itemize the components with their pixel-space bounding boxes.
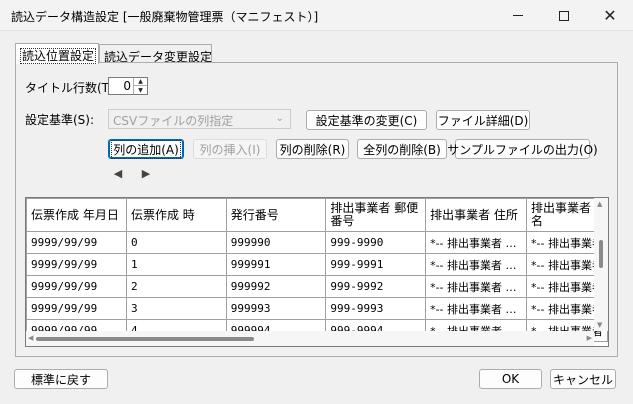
column-grid[interactable]: 伝票作成 年月日 伝票作成 時 発行番号 排出事業者 郵便番号 排出事業者 住所…	[25, 197, 609, 347]
table-cell: 9999/99/99	[26, 275, 127, 298]
close-icon: ✕	[603, 5, 617, 25]
minimize-button[interactable]	[495, 0, 541, 31]
scroll-right-icon[interactable]: ▶	[587, 334, 592, 342]
table-cell: 999993	[225, 297, 327, 320]
table-cell: *-- 排出事業者 …	[425, 275, 528, 298]
file-detail-label: ファイル詳細(D)	[437, 113, 529, 128]
scroll-left-icon[interactable]: ◀	[28, 334, 33, 342]
insert-column-label: 列の挿入(I)	[199, 142, 261, 157]
table-cell: 2	[125, 275, 227, 298]
chevron-down-icon: ⌄	[275, 113, 284, 124]
table-cell: 3	[125, 297, 227, 320]
maximize-button[interactable]	[541, 0, 587, 31]
ok-button[interactable]: OK	[479, 369, 542, 389]
vertical-scrollbar[interactable]: ▲ ▼	[594, 198, 608, 331]
table-cell: 9999/99/99	[26, 297, 127, 320]
cancel-label: キャンセル	[553, 372, 614, 387]
column-table: 伝票作成 年月日 伝票作成 時 発行番号 排出事業者 郵便番号 排出事業者 住所…	[26, 198, 608, 342]
delete-column-button[interactable]: 列の削除(R)	[276, 139, 349, 159]
spin-up-icon[interactable]: ▲	[134, 78, 147, 86]
column-header[interactable]: 排出事業者 住所	[425, 198, 528, 232]
column-header[interactable]: 伝票作成 年月日	[26, 198, 127, 232]
add-column-button[interactable]: 列の追加(A)	[108, 139, 184, 159]
table-cell: *-- 排出事業者 …	[425, 297, 528, 320]
basis-select-value: CSVファイルの列指定	[113, 114, 234, 128]
move-left-icon[interactable]: ◀	[110, 165, 126, 181]
output-sample-file-label: サンプルファイルの出力(O)	[447, 142, 598, 157]
cancel-button[interactable]: キャンセル	[550, 369, 616, 389]
window-title: 読込データ構造設定 [一般廃棄物管理票（マニフェスト）]	[11, 10, 319, 24]
column-header[interactable]: 排出事業者 郵便番号	[325, 198, 427, 232]
vertical-scroll-thumb[interactable]	[599, 240, 603, 268]
scroll-up-icon[interactable]: ▲	[597, 200, 602, 208]
reset-default-label: 標準に戻す	[30, 372, 91, 387]
minimize-icon	[513, 15, 523, 16]
title-bar: 読込データ構造設定 [一般廃棄物管理票（マニフェスト）] ✕	[0, 0, 633, 31]
file-detail-button[interactable]: ファイル詳細(D)	[436, 110, 530, 130]
ok-label: OK	[501, 372, 520, 386]
change-basis-label: 設定基準の変更(C)	[315, 113, 418, 128]
table-cell: 999-9990	[325, 231, 427, 254]
delete-all-columns-button[interactable]: 全列の削除(B)	[357, 139, 447, 159]
tab-read-position[interactable]: 読込位置設定	[15, 43, 99, 64]
table-cell: 999991	[225, 253, 327, 276]
tab-label: 読込位置設定	[20, 48, 97, 64]
table-cell: 999-9991	[325, 253, 427, 276]
table-row[interactable]: 9999/99/99 3 999993 999-9993 *-- 排出事業者 ……	[26, 297, 608, 320]
spin-down-icon[interactable]: ▼	[134, 86, 147, 94]
title-rows-value: 0	[123, 79, 131, 93]
change-basis-button[interactable]: 設定基準の変更(C)	[306, 110, 427, 130]
table-row[interactable]: 9999/99/99 0 999990 999-9990 *-- 排出事業者 ……	[26, 231, 608, 254]
table-header-row: 伝票作成 年月日 伝票作成 時 発行番号 排出事業者 郵便番号 排出事業者 住所…	[26, 198, 608, 232]
title-rows-label: タイトル行数(T):	[25, 81, 118, 95]
table-cell: 9999/99/99	[26, 231, 127, 254]
add-column-label: 列の追加(A)	[111, 139, 181, 159]
table-cell: *-- 排出事業者 …	[425, 231, 528, 254]
delete-column-label: 列の削除(R)	[279, 142, 346, 157]
table-row[interactable]: 9999/99/99 1 999991 999-9991 *-- 排出事業者 ……	[26, 253, 608, 276]
horizontal-scrollbar[interactable]: ◀ ▶	[26, 331, 594, 346]
basis-select[interactable]: CSVファイルの列指定 ⌄	[108, 109, 291, 129]
title-rows-spinner[interactable]: 0 ▲ ▼	[108, 77, 148, 95]
insert-column-button[interactable]: 列の挿入(I)	[193, 139, 267, 159]
table-cell: 999992	[225, 275, 327, 298]
delete-all-columns-label: 全列の削除(B)	[363, 142, 441, 157]
column-header[interactable]: 発行番号	[225, 198, 327, 232]
column-header[interactable]: 伝票作成 時	[125, 198, 227, 232]
table-cell: 0	[125, 231, 227, 254]
maximize-icon	[559, 10, 569, 21]
move-right-icon[interactable]: ▶	[138, 165, 154, 181]
table-cell: 9999/99/99	[26, 253, 127, 276]
table-cell: *-- 排出事業者 …	[425, 253, 528, 276]
table-cell: 999-9992	[325, 275, 427, 298]
horizontal-scroll-thumb[interactable]	[36, 337, 254, 341]
tab-data-change[interactable]: 読込データ変更設定	[99, 44, 212, 64]
table-cell: 999-9993	[325, 297, 427, 320]
table-cell: 1	[125, 253, 227, 276]
table-cell: 999990	[225, 231, 327, 254]
close-button[interactable]: ✕	[587, 0, 633, 31]
scroll-down-icon[interactable]: ▼	[597, 321, 602, 329]
output-sample-file-button[interactable]: サンプルファイルの出力(O)	[447, 139, 598, 159]
basis-label: 設定基準(S):	[25, 113, 95, 127]
reset-default-button[interactable]: 標準に戻す	[14, 369, 108, 389]
table-row[interactable]: 9999/99/99 2 999992 999-9992 *-- 排出事業者 ……	[26, 275, 608, 298]
